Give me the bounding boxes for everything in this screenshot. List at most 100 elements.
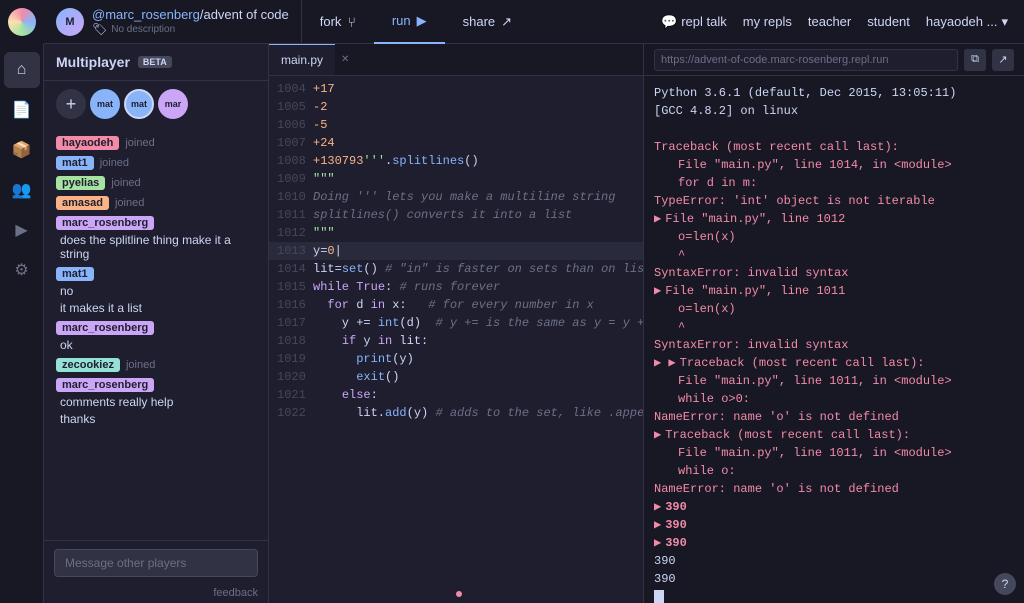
console-line: NameError: name 'o' is not defined <box>654 408 1014 426</box>
help-button[interactable]: ? <box>994 573 1016 595</box>
user-menu[interactable]: hayaodeh ... ▾ <box>926 14 1008 30</box>
console-line: ▶ 390 <box>654 498 1014 516</box>
multiplayer-title: Multiplayer <box>56 54 130 70</box>
home-icon-btn[interactable]: ⌂ <box>4 52 40 88</box>
console-line: TypeError: 'int' object is not iterable <box>654 192 1014 210</box>
code-line: 1019 print(y) <box>269 350 643 368</box>
code-line: 1004+17 <box>269 80 643 98</box>
console-line: [GCC 4.8.2] on linux <box>654 102 1014 120</box>
chat-action: joined <box>100 157 129 169</box>
avatar: M <box>56 8 84 36</box>
nav-user-details: @marc_rosenberg/advent of code 🏷 No desc… <box>92 7 289 36</box>
list-item: mat1 no it makes it a list <box>44 264 268 318</box>
packages-icon-btn[interactable]: 📦 <box>4 132 40 168</box>
chat-area[interactable]: hayaodeh joined mat1 joined pyelias join… <box>44 127 268 540</box>
editor-statusbar <box>269 599 643 603</box>
console-line: File "main.py", line 1011, in <module> <box>654 444 1014 462</box>
top-navigation: M @marc_rosenberg/advent of code 🏷 No de… <box>0 0 1024 44</box>
console-line: while o>0: <box>654 390 1014 408</box>
nav-username: @marc_rosenberg/advent of code <box>92 7 289 22</box>
code-line: 1012""" <box>269 224 643 242</box>
code-area[interactable]: 1004+17 1005-2 1006-5 1007+24 1008+13079… <box>269 76 643 599</box>
code-line: 1013y=0| <box>269 242 643 260</box>
close-icon[interactable]: ✕ <box>341 54 349 65</box>
chat-text: comments really help <box>56 395 256 409</box>
chat-text: does the splitline thing make it a strin… <box>56 233 256 261</box>
logo[interactable] <box>0 0 44 44</box>
chat-user-badge: marc_rosenberg <box>56 321 154 335</box>
student-link[interactable]: student <box>867 14 910 29</box>
main-area: ⌂ 📄 📦 👥 ▶ ⚙ Multiplayer BETA + mat mat m… <box>0 44 1024 603</box>
repl-talk-link[interactable]: 💬 repl talk <box>661 14 727 30</box>
my-repls-link[interactable]: my repls <box>743 14 792 29</box>
chat-text: it makes it a list <box>56 301 256 315</box>
list-item: mat1 joined <box>44 153 268 173</box>
console-line: for d in m: <box>654 174 1014 192</box>
console-line: Python 3.6.1 (default, Dec 2015, 13:05:1… <box>654 84 1014 102</box>
console-output[interactable]: Python 3.6.1 (default, Dec 2015, 13:05:1… <box>644 76 1024 603</box>
code-line: 1020 exit() <box>269 368 643 386</box>
list-item: marc_rosenberg ok <box>44 318 268 355</box>
run-button[interactable]: run ▶ <box>374 0 445 44</box>
chat-msg-header: amasad joined <box>56 196 256 210</box>
editor-tabs: main.py ✕ <box>269 44 643 76</box>
chat-msg-header: mat1 <box>56 267 256 281</box>
code-line: 1017 y += int(d) # y += is the same as y… <box>269 314 643 332</box>
chat-user-badge: hayaodeh <box>56 136 119 150</box>
chat-action: joined <box>111 177 140 189</box>
multiplayer-header: Multiplayer BETA <box>44 44 268 81</box>
console-line: Traceback (most recent call last): <box>654 138 1014 156</box>
code-editor: main.py ✕ 1004+17 1005-2 1006-5 1007+24 … <box>269 44 644 603</box>
settings-icon-btn[interactable]: ⚙ <box>4 252 40 288</box>
copy-url-button[interactable]: ⧉ <box>964 49 986 71</box>
chat-text: ok <box>56 338 256 352</box>
chat-text: no <box>56 284 256 298</box>
chat-user-badge: amasad <box>56 196 109 210</box>
files-icon-btn[interactable]: 📄 <box>4 92 40 128</box>
nav-desc-row: 🏷 No description <box>92 22 289 36</box>
users-icon-btn[interactable]: 👥 <box>4 172 40 208</box>
share-icon: ↗ <box>501 14 512 30</box>
console-line: ▶ 390 <box>654 534 1014 552</box>
chat-msg-header: zecookiez joined <box>56 358 256 372</box>
open-external-button[interactable]: ↗ <box>992 49 1014 71</box>
multiplayer-panel: Multiplayer BETA + mat mat mar hayaodeh … <box>44 44 269 603</box>
chat-user-badge: pyelias <box>56 176 105 190</box>
code-line: 1021 else: <box>269 386 643 404</box>
teacher-link[interactable]: teacher <box>808 14 851 29</box>
console-line: o=len(x) <box>654 228 1014 246</box>
code-line: 1016 for d in x: # for every number in x <box>269 296 643 314</box>
chat-msg-header: mat1 joined <box>56 156 256 170</box>
console-wrapper: Python 3.6.1 (default, Dec 2015, 13:05:1… <box>644 76 1024 603</box>
console-line: File "main.py", line 1011, in <module> <box>654 372 1014 390</box>
chat-msg-header: marc_rosenberg <box>56 216 256 230</box>
error-indicator <box>456 591 462 597</box>
tab-main-py[interactable]: main.py <box>269 44 335 75</box>
share-button[interactable]: share ↗ <box>445 0 530 44</box>
console-area: https://advent-of-code.marc-rosenberg.re… <box>644 44 1024 603</box>
feedback-link[interactable]: feedback <box>44 585 268 603</box>
console-line: 390 <box>654 552 1014 570</box>
console-line: ▶ 390 <box>654 516 1014 534</box>
code-line: 1022 lit.add(y) # adds to the set, like … <box>269 404 643 422</box>
chat-input[interactable] <box>54 549 258 577</box>
console-line: ^ <box>654 318 1014 336</box>
chat-action: joined <box>126 359 155 371</box>
chat-user-badge: marc_rosenberg <box>56 216 154 230</box>
chat-action: joined <box>115 197 144 209</box>
console-line: 390 <box>654 570 1014 588</box>
fork-button[interactable]: fork ⑂ <box>302 0 374 44</box>
add-player-button[interactable]: + <box>56 89 86 119</box>
run-icon: ▶ <box>417 13 427 29</box>
code-line: 1010Doing ''' lets you make a multiline … <box>269 188 643 206</box>
play-icon-btn[interactable]: ▶ <box>4 212 40 248</box>
console-line: while o: <box>654 462 1014 480</box>
code-line: 1008+130793'''.splitlines() <box>269 152 643 170</box>
fork-icon: ⑂ <box>347 14 355 30</box>
code-line: 1006-5 <box>269 116 643 134</box>
chat-text: thanks <box>56 412 256 426</box>
code-line: 1014lit=set() # "in" is faster on sets t… <box>269 260 643 278</box>
logo-circle <box>8 8 36 36</box>
console-line: NameError: name 'o' is not defined <box>654 480 1014 498</box>
chat-action: joined <box>125 137 154 149</box>
